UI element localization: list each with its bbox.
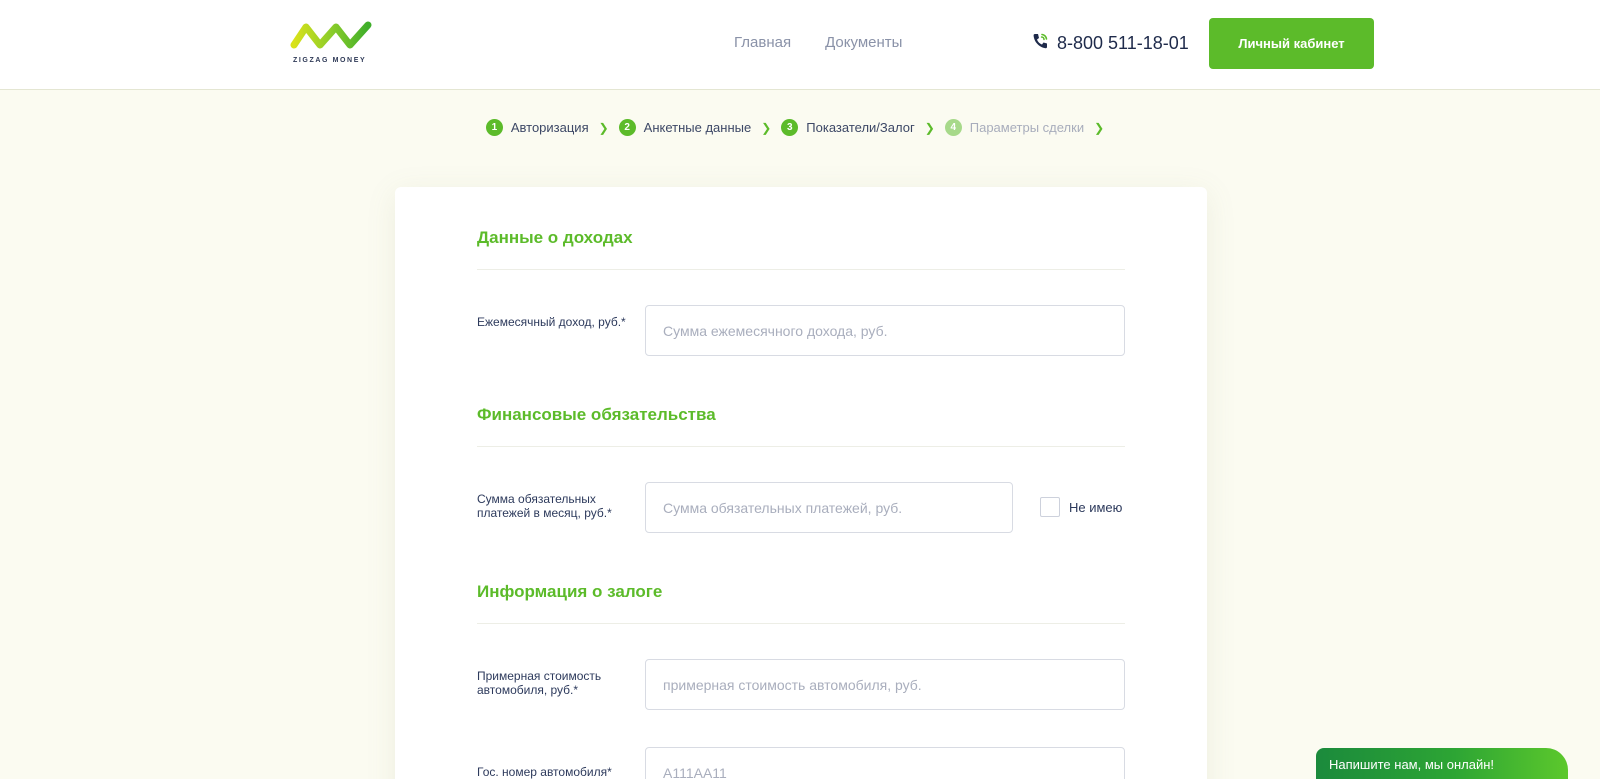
no-obligations-label: Не имею	[1069, 499, 1123, 515]
step-number: 1	[485, 119, 503, 136]
phone-number: 8-800 511-18-01	[1057, 33, 1189, 53]
logo-text: ZIGZAG MONEY	[293, 57, 367, 64]
progress-steps: 1 Авторизация ❯ 2 Анкетные данные ❯ 3 По…	[0, 119, 1600, 136]
section-title-collateral: Информация о залоге	[477, 582, 1125, 624]
chat-label: Напишите нам, мы онлайн!	[1329, 757, 1495, 772]
section-title-obligations: Финансовые обязательства	[477, 405, 1125, 447]
step-indicators-collateral: 3 Показатели/Залог ❯	[781, 119, 935, 136]
phone-contact[interactable]: 8-800 511-18-01	[1031, 32, 1189, 55]
personal-cabinet-button[interactable]: Личный кабинет	[1209, 18, 1374, 69]
chevron-right-icon: ❯	[924, 120, 935, 135]
collateral-section: Информация о залоге	[477, 582, 1125, 624]
step-deal-parameters: 4 Параметры сделки ❯	[944, 119, 1105, 136]
no-obligations-option[interactable]: Не имею	[1040, 497, 1122, 517]
step-authorization: 1 Авторизация ❯	[485, 119, 609, 136]
step-label: Показатели/Залог	[806, 120, 915, 135]
zigzag-logo-icon	[290, 21, 372, 49]
step-label: Анкетные данные	[643, 120, 752, 135]
application-form-card: Данные о доходах Ежемесячный доход, руб.…	[395, 187, 1207, 779]
step-label: Параметры сделки	[969, 120, 1085, 135]
monthly-income-label: Ежемесячный доход, руб.*	[477, 315, 626, 329]
chevron-right-icon: ❯	[761, 120, 772, 135]
chevron-right-icon: ❯	[598, 120, 609, 135]
car-plate-label: Гос. номер автомобиля*	[477, 765, 612, 779]
step-label: Авторизация	[510, 120, 589, 135]
car-price-input[interactable]	[645, 659, 1125, 710]
car-plate-input[interactable]	[645, 747, 1125, 779]
car-price-label: Примерная стоимость автомобиля, руб.*	[477, 669, 602, 697]
main-nav: Главная Документы	[734, 34, 902, 51]
step-number: 2	[618, 119, 636, 136]
obligations-section: Финансовые обязательства	[477, 405, 1125, 447]
obligations-input[interactable]	[645, 482, 1013, 533]
step-number: 4	[944, 119, 962, 136]
phone-icon	[1031, 32, 1049, 55]
chevron-right-icon: ❯	[1094, 120, 1105, 135]
no-obligations-checkbox[interactable]	[1040, 497, 1060, 517]
online-chat-widget[interactable]: Напишите нам, мы онлайн!	[1316, 748, 1568, 779]
nav-link-documents[interactable]: Документы	[825, 34, 902, 51]
nav-link-home[interactable]: Главная	[734, 34, 791, 51]
zigzag-logo[interactable]: ZIGZAG MONEY	[290, 21, 372, 67]
monthly-income-input[interactable]	[645, 305, 1125, 356]
step-number: 3	[781, 119, 799, 136]
obligations-label: Сумма обязательных платежей в месяц, руб…	[477, 492, 612, 520]
section-title-income: Данные о доходах	[477, 228, 1125, 270]
site-header: ZIGZAG MONEY Главная Документы 8-800 511…	[0, 0, 1600, 90]
step-profile-data: 2 Анкетные данные ❯	[618, 119, 772, 136]
income-section: Данные о доходах	[477, 228, 1125, 270]
